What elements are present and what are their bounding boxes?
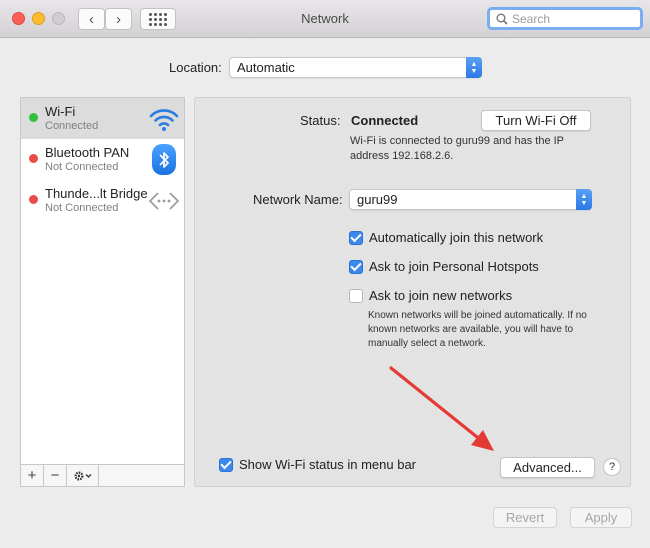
auto-join-label: Automatically join this network [369,230,544,245]
new-networks-checkbox[interactable] [349,288,363,303]
network-name-value: guru99 [357,192,398,207]
plus-icon: + [27,467,37,484]
remove-service-button[interactable]: − [44,465,67,486]
help-button[interactable]: ? [603,458,621,476]
apply-button[interactable]: Apply [570,507,632,528]
revert-button[interactable]: Revert [493,507,557,528]
search-input[interactable] [512,11,632,26]
bluetooth-icon [152,144,176,175]
turn-wifi-off-button[interactable]: Turn Wi-Fi Off [481,110,591,131]
service-name: Bluetooth PAN [45,145,130,160]
join-help-text: Known networks will be joined automatica… [368,310,587,349]
service-list-toolbar: + − [20,465,185,487]
advanced-button[interactable]: Advanced... [500,457,595,478]
service-item-thunderbolt-bridge[interactable]: Thunde...lt Bridge Not Connected [21,180,184,221]
location-label: Location: [169,60,222,75]
show-status-label: Show Wi-Fi status in menu bar [239,457,417,472]
personal-hotspots-label: Ask to join Personal Hotspots [369,259,539,274]
status-value: Connected [351,113,419,128]
auto-join-option[interactable]: Automatically join this network [349,230,543,245]
service-status: Connected [45,120,99,132]
search-icon [496,13,508,25]
network-preferences-window: ‹ › Network Location: Automatic ▲▼ [0,0,650,548]
service-name: Thunde...lt Bridge [45,186,148,201]
status-description: Wi-Fi is connected to guru99 and has the… [350,135,564,162]
thunderbolt-bridge-icon [148,192,180,210]
new-networks-option[interactable]: Ask to join new networks [349,288,512,303]
service-name: Wi-Fi [45,104,76,119]
chevron-updown-icon: ▲ ▼ [466,57,482,78]
service-list[interactable]: Wi-Fi Connected Bluetooth PAN Not Connec… [20,97,185,465]
status-label: Status: [300,113,341,128]
action-menu-button[interactable] [67,465,99,486]
service-item-wifi[interactable]: Wi-Fi Connected [21,98,184,139]
chevron-updown-icon: ▲ ▼ [576,189,592,210]
minus-icon: − [50,467,60,484]
wifi-icon [149,109,179,131]
show-status-checkbox[interactable] [219,457,233,472]
network-name-select[interactable]: guru99 ▲ ▼ [349,189,592,210]
title-bar: ‹ › Network [0,0,650,38]
service-status: Not Connected [45,161,119,173]
add-service-button[interactable]: + [21,465,44,486]
status-dot-red [29,195,38,204]
personal-hotspots-option[interactable]: Ask to join Personal Hotspots [349,259,539,274]
status-dot-red [29,154,38,163]
auto-join-checkbox[interactable] [349,230,363,245]
status-dot-green [29,113,38,122]
gear-icon [73,470,91,481]
location-select[interactable]: Automatic ▲ ▼ [229,57,482,78]
service-item-bluetooth-pan[interactable]: Bluetooth PAN Not Connected [21,139,184,180]
service-status: Not Connected [45,202,119,214]
new-networks-label: Ask to join new networks [369,288,513,303]
location-value: Automatic [237,60,295,75]
search-field[interactable] [487,7,643,30]
network-name-label: Network Name: [253,192,343,207]
personal-hotspots-checkbox[interactable] [349,259,363,274]
show-status-option[interactable]: Show Wi-Fi status in menu bar [219,457,416,472]
